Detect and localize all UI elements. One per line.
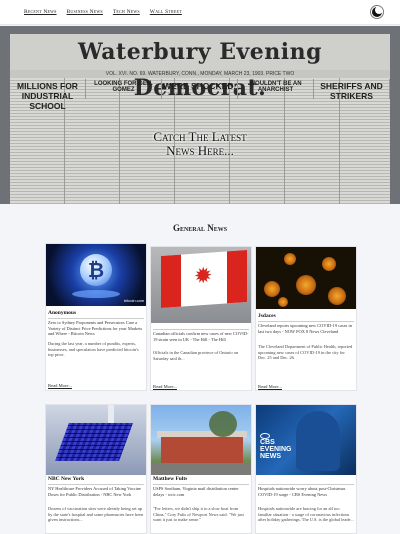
newspaper-headlines: MILLIONS FOR INDUSTRIAL SCHOOL LOOKING F… xyxy=(10,79,390,111)
news-card[interactable]: Jsdaces Cleveland reports upcoming new C… xyxy=(255,246,357,391)
headline: WOULDN'T BE AN ANARCHIST xyxy=(238,79,314,99)
card-title: Zero to Sydney Proponents and Persecutor… xyxy=(48,320,143,337)
image-watermark: bitcoin.com xyxy=(124,298,145,303)
card-description: Dozens of vaccination sites were already… xyxy=(48,506,144,523)
hero-caption: Catch The Latest News Here... xyxy=(130,130,270,158)
top-nav-bar: Recent News Business News Tech News Wall… xyxy=(0,0,400,25)
person-silhouette xyxy=(296,411,340,471)
headline: LOOKING FOR GEN. GOMEZ xyxy=(86,79,162,99)
nav-tech-news[interactable]: Tech News xyxy=(113,9,140,15)
card-source: Anonymous xyxy=(48,310,77,316)
card-source: NBC New York xyxy=(48,476,85,482)
news-card[interactable]: ₿ bitcoin.com Anonymous Zero to Sydney P… xyxy=(45,243,147,391)
card-source: Matthew Fults xyxy=(153,476,188,482)
newspaper-masthead: Waterbury Evening Democrat. xyxy=(10,34,390,101)
hero-caption-line1: Catch The Latest xyxy=(153,129,247,144)
news-card[interactable]: ✹ Canadian officials confirm new cases o… xyxy=(150,246,252,391)
card-image: CBS EVENING NEWS xyxy=(256,405,356,475)
divider xyxy=(153,484,249,485)
card-title: NY Healthcare Providers Accused of Takin… xyxy=(48,486,142,497)
card-title: USPS Soniham, Virginia mail distribution… xyxy=(153,486,239,497)
read-more-link[interactable]: Read More... xyxy=(153,384,177,389)
sample-rack xyxy=(55,423,133,461)
headline: MILLIONS FOR INDUSTRIAL SCHOOL xyxy=(10,79,86,111)
card-image xyxy=(46,405,146,475)
section-title: General News xyxy=(172,223,228,233)
card-description: During the last year, a number of pundit… xyxy=(48,341,139,358)
hero-caption-line2: News Here... xyxy=(166,143,234,158)
theme-toggle-button[interactable] xyxy=(370,5,384,19)
divider xyxy=(48,484,144,485)
newspaper-dateline: VOL. XVI. NO. 69. WATERBURY, CONN., MOND… xyxy=(10,70,390,78)
card-description: The Cleveland Department of Public Healt… xyxy=(258,344,353,361)
headline: SHERIFFS AND STRIKERS xyxy=(314,79,390,101)
bitcoin-icon: ₿ xyxy=(80,254,112,286)
card-title: Canadian officials confirm new cases of … xyxy=(153,331,249,342)
card-image: ✹ xyxy=(151,247,251,323)
divider xyxy=(258,484,354,485)
maple-leaf-icon: ✹ xyxy=(194,263,213,290)
card-source: Jsdaces xyxy=(258,313,276,319)
hero-banner: Waterbury Evening Democrat. VOL. XVI. NO… xyxy=(0,26,400,204)
read-more-link[interactable]: Read More... xyxy=(48,383,72,388)
nav-business-news[interactable]: Business News xyxy=(67,9,103,15)
card-description: Hospitals nationwide are bracing for an … xyxy=(258,506,354,523)
nav-links: Recent News Business News Tech News Wall… xyxy=(24,9,182,15)
nav-wall-street[interactable]: Wall Street xyxy=(150,9,182,15)
card-description: "For letters, we didn't ship it to a slo… xyxy=(153,506,244,523)
cbs-logo: CBS EVENING NEWS xyxy=(260,439,292,460)
card-title: Hospitals nationwide worry about post-Ch… xyxy=(258,486,346,497)
card-title: Cleveland reports upcoming new COVID-19 … xyxy=(258,323,352,334)
card-image xyxy=(151,405,251,475)
card-image: ₿ bitcoin.com xyxy=(46,244,146,306)
card-description: Officials in the Canadian province of On… xyxy=(153,350,239,361)
canada-flag-icon: ✹ xyxy=(161,249,247,309)
news-card[interactable]: NBC New York NY Healthcare Providers Acc… xyxy=(45,404,147,534)
news-card[interactable]: CBS EVENING NEWS Hospitals nationwide wo… xyxy=(255,404,357,534)
divider xyxy=(258,321,354,322)
divider xyxy=(48,318,144,319)
divider xyxy=(153,329,249,330)
nav-recent-news[interactable]: Recent News xyxy=(24,9,57,15)
headline: WERE SHOCKED. xyxy=(162,79,238,99)
tree xyxy=(209,411,237,437)
card-image xyxy=(256,247,356,309)
news-card[interactable]: Matthew Fults USPS Soniham, Virginia mai… xyxy=(150,404,252,534)
building xyxy=(161,437,243,463)
read-more-link[interactable]: Read More... xyxy=(258,384,282,389)
